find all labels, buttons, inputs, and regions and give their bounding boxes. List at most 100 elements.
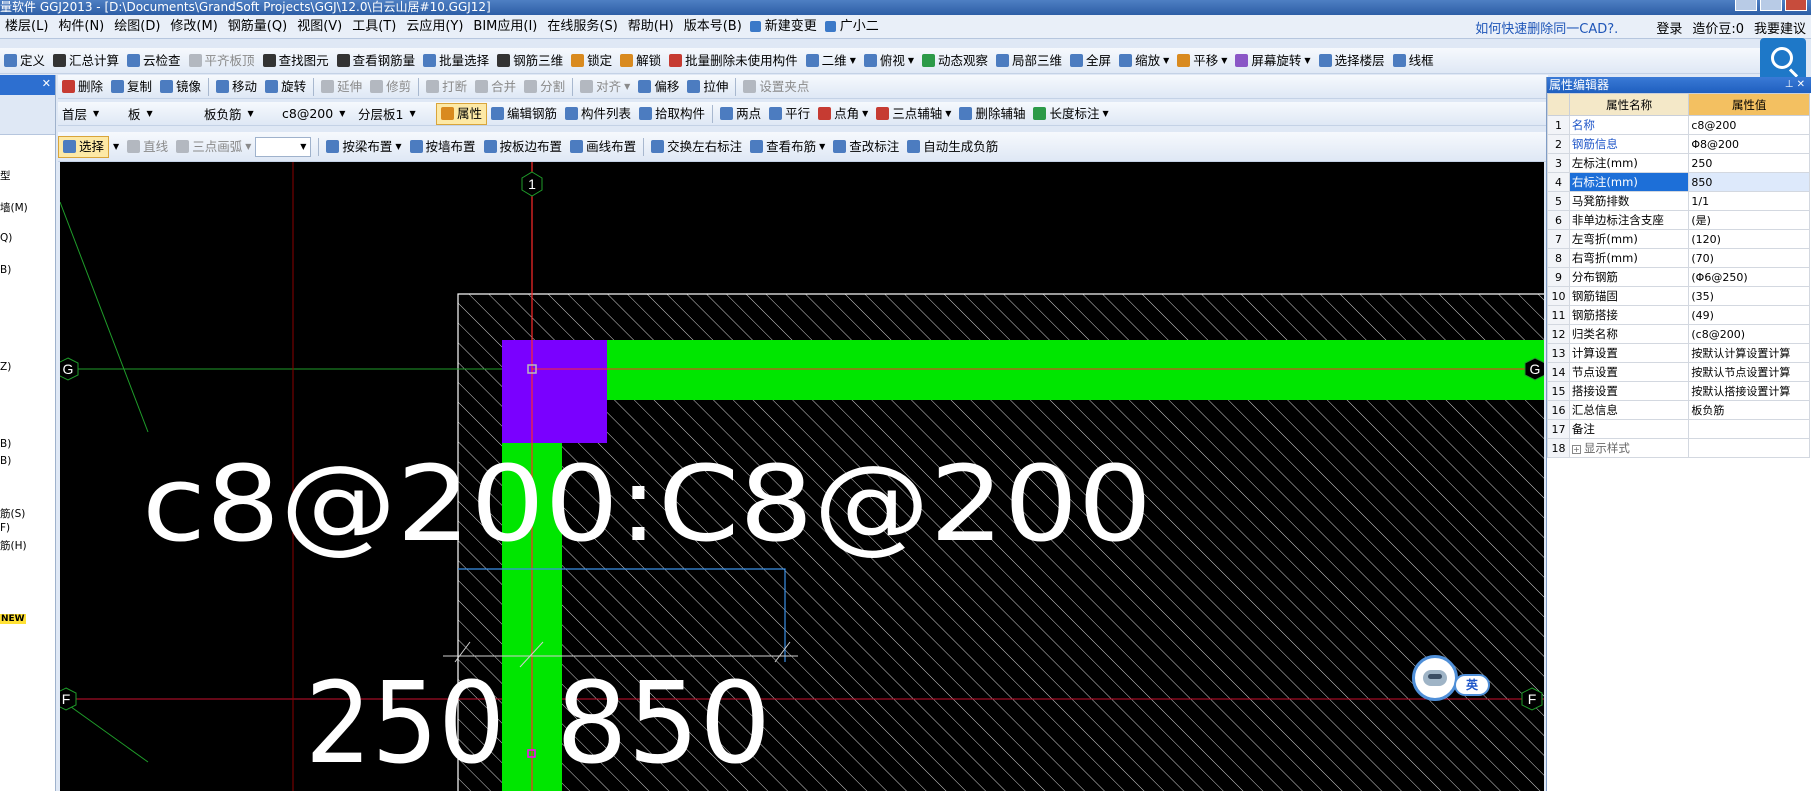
menu-help[interactable]: 帮助(H) bbox=[623, 15, 679, 38]
point-angle-button[interactable]: 点角 ▼ bbox=[814, 103, 872, 125]
property-row[interactable]: 13 计算设置 按默认计算设置计算 bbox=[1547, 343, 1810, 363]
rebar-annotation[interactable]: c8@200:C8@200 bbox=[142, 443, 1152, 565]
2d-button[interactable]: 二维 ▼ bbox=[802, 50, 860, 72]
split-button[interactable]: 分割 bbox=[520, 76, 569, 98]
menu-version[interactable]: 版本号(B) bbox=[679, 15, 747, 38]
move-button[interactable]: 移动 bbox=[212, 76, 261, 98]
menu-component[interactable]: 构件(N) bbox=[53, 15, 109, 38]
select-floor-button[interactable]: 选择楼层 bbox=[1315, 50, 1389, 72]
copy-button[interactable]: 复制 bbox=[107, 76, 156, 98]
place-by-beam-button[interactable]: 按梁布置 ▼ bbox=[322, 136, 405, 158]
close-icon[interactable]: ✕ bbox=[42, 77, 51, 90]
tree-item[interactable]: B) bbox=[0, 264, 11, 276]
view-rebar-layout-button[interactable]: 查看布筋 ▼ bbox=[746, 136, 829, 158]
element-type-select[interactable]: 板 ▼ bbox=[124, 104, 196, 124]
dim-right-value[interactable]: 850 bbox=[556, 659, 771, 789]
property-row[interactable]: 8 右弯折(mm) (70) bbox=[1547, 248, 1810, 268]
cloud-check-button[interactable]: 云检查 bbox=[123, 50, 185, 72]
pin-icon[interactable]: ⊥ ✕ bbox=[1785, 77, 1805, 93]
dynamic-view-button[interactable]: 动态观察 bbox=[918, 50, 992, 72]
two-points-button[interactable]: 两点 bbox=[716, 103, 765, 125]
menu-online[interactable]: 在线服务(S) bbox=[542, 15, 622, 38]
menu-floor[interactable]: 楼层(L) bbox=[0, 15, 53, 38]
edit-rebar-button[interactable]: 编辑钢筋 bbox=[487, 103, 561, 125]
batch-select-button[interactable]: 批量选择 bbox=[419, 50, 493, 72]
summary-calc-button[interactable]: 汇总计算 bbox=[49, 50, 123, 72]
rotate-button[interactable]: 旋转 bbox=[261, 76, 310, 98]
property-row[interactable]: 18 + 显示样式 bbox=[1547, 438, 1810, 458]
layer-select[interactable]: 分层板1 ▼ bbox=[354, 104, 432, 124]
element-select[interactable]: c8@200 ▼ bbox=[278, 104, 350, 124]
property-row[interactable]: 2 钢筋信息 Φ8@200 bbox=[1547, 134, 1810, 154]
unlock-button[interactable]: 解锁 bbox=[616, 50, 665, 72]
tree-item[interactable]: 型 bbox=[0, 168, 11, 183]
place-by-slab-edge-button[interactable]: 按板边布置 bbox=[480, 136, 567, 158]
extend-button[interactable]: 延伸 bbox=[317, 76, 366, 98]
three-point-axis-button[interactable]: 三点辅轴 ▼ bbox=[872, 103, 955, 125]
expand-icon[interactable]: + bbox=[1571, 445, 1581, 454]
menu-guangxiaoer[interactable]: 广小二 bbox=[822, 15, 884, 38]
tree-item[interactable]: B) bbox=[0, 438, 11, 450]
screen-rotate-button[interactable]: 屏幕旋转 ▼ bbox=[1231, 50, 1314, 72]
property-row[interactable]: 9 分布钢筋 (Φ6@250) bbox=[1547, 267, 1810, 287]
property-row[interactable]: 14 节点设置 按默认节点设置计算 bbox=[1547, 362, 1810, 382]
three-point-arc-button[interactable]: 三点画弧 ▼ bbox=[172, 136, 255, 158]
break-button[interactable]: 打断 bbox=[422, 76, 471, 98]
property-row[interactable]: 11 钢筋搭接 (49) bbox=[1547, 305, 1810, 325]
property-row-selected[interactable]: 4 右标注(mm) 850 bbox=[1547, 172, 1810, 192]
menu-modify[interactable]: 修改(M) bbox=[165, 15, 222, 38]
align-button[interactable]: 对齐 ▼ bbox=[576, 76, 634, 98]
zoom-button[interactable]: 缩放 ▼ bbox=[1115, 50, 1173, 72]
rebar-horizontal[interactable] bbox=[502, 340, 1544, 400]
property-row[interactable]: 1 名称 c8@200 bbox=[1547, 115, 1810, 135]
delete-button[interactable]: 删除 bbox=[58, 76, 107, 98]
batch-delete-button[interactable]: 批量删除未使用构件 bbox=[665, 50, 802, 72]
menu-rebar-quantity[interactable]: 钢筋量(Q) bbox=[223, 15, 292, 38]
login-link[interactable]: 登录 bbox=[1651, 18, 1687, 37]
menu-cloud[interactable]: 云应用(Y) bbox=[401, 15, 468, 38]
close-button[interactable] bbox=[1785, 0, 1807, 11]
properties-button[interactable]: 属性 bbox=[436, 102, 488, 125]
input-language-badge[interactable]: 英 bbox=[1454, 674, 1490, 696]
column-block[interactable] bbox=[502, 340, 607, 443]
tree-item[interactable]: Z) bbox=[0, 361, 11, 373]
tree-item[interactable]: F) bbox=[0, 522, 10, 534]
edit-label-button[interactable]: 查改标注 bbox=[829, 136, 903, 158]
sub-type-select[interactable]: 板负筋 ▼ bbox=[200, 104, 274, 124]
offset-button[interactable]: 偏移 bbox=[634, 76, 683, 98]
select-button[interactable]: 选择 bbox=[58, 135, 110, 158]
tree-item[interactable]: 墙(M) bbox=[0, 200, 28, 215]
pick-component-button[interactable]: 拾取构件 bbox=[635, 103, 709, 125]
menu-new-change[interactable]: 新建变更 bbox=[747, 15, 822, 38]
property-row[interactable]: 15 搭接设置 按默认搭接设置计算 bbox=[1547, 381, 1810, 401]
suggest-link[interactable]: 我要建议 bbox=[1749, 18, 1811, 37]
trim-button[interactable]: 修剪 bbox=[366, 76, 415, 98]
property-row[interactable]: 7 左弯折(mm) (120) bbox=[1547, 229, 1810, 249]
delete-axis-button[interactable]: 删除辅轴 bbox=[955, 103, 1029, 125]
merge-button[interactable]: 合并 bbox=[471, 76, 520, 98]
menu-bim[interactable]: BIM应用(I) bbox=[468, 15, 542, 38]
rebar-3d-button[interactable]: 钢筋三维 bbox=[493, 50, 567, 72]
place-by-wall-button[interactable]: 按墙布置 bbox=[406, 136, 480, 158]
property-row[interactable]: 10 钢筋锚固 (35) bbox=[1547, 286, 1810, 306]
maximize-button[interactable] bbox=[1760, 0, 1782, 11]
minimize-button[interactable] bbox=[1735, 0, 1757, 11]
menu-draw[interactable]: 绘图(D) bbox=[109, 15, 165, 38]
menu-view[interactable]: 视图(V) bbox=[292, 15, 347, 38]
wireframe-button[interactable]: 线框 bbox=[1389, 50, 1438, 72]
dim-left-value[interactable]: 250 bbox=[305, 659, 505, 789]
align-slab-top-button[interactable]: 平齐板顶 bbox=[185, 50, 259, 72]
length-dim-button[interactable]: 长度标注 ▼ bbox=[1029, 103, 1112, 125]
arc-param-field[interactable]: ▼ bbox=[255, 136, 312, 157]
property-row[interactable]: 6 非单边标注含支座 (是) bbox=[1547, 210, 1810, 230]
pan-button[interactable]: 平移 ▼ bbox=[1173, 50, 1231, 72]
property-row[interactable]: 5 马凳筋排数 1/1 bbox=[1547, 191, 1810, 211]
line-button[interactable]: 直线 bbox=[123, 136, 172, 158]
draw-line-place-button[interactable]: 画线布置 bbox=[566, 136, 640, 158]
view-rebar-button[interactable]: 查看钢筋量 bbox=[333, 50, 420, 72]
lock-button[interactable]: 锁定 bbox=[567, 50, 616, 72]
mirror-button[interactable]: 镜像 bbox=[156, 76, 205, 98]
find-element-button[interactable]: 查找图元 bbox=[259, 50, 333, 72]
local-3d-button[interactable]: 局部三维 bbox=[992, 50, 1066, 72]
fullscreen-button[interactable]: 全屏 bbox=[1066, 50, 1115, 72]
